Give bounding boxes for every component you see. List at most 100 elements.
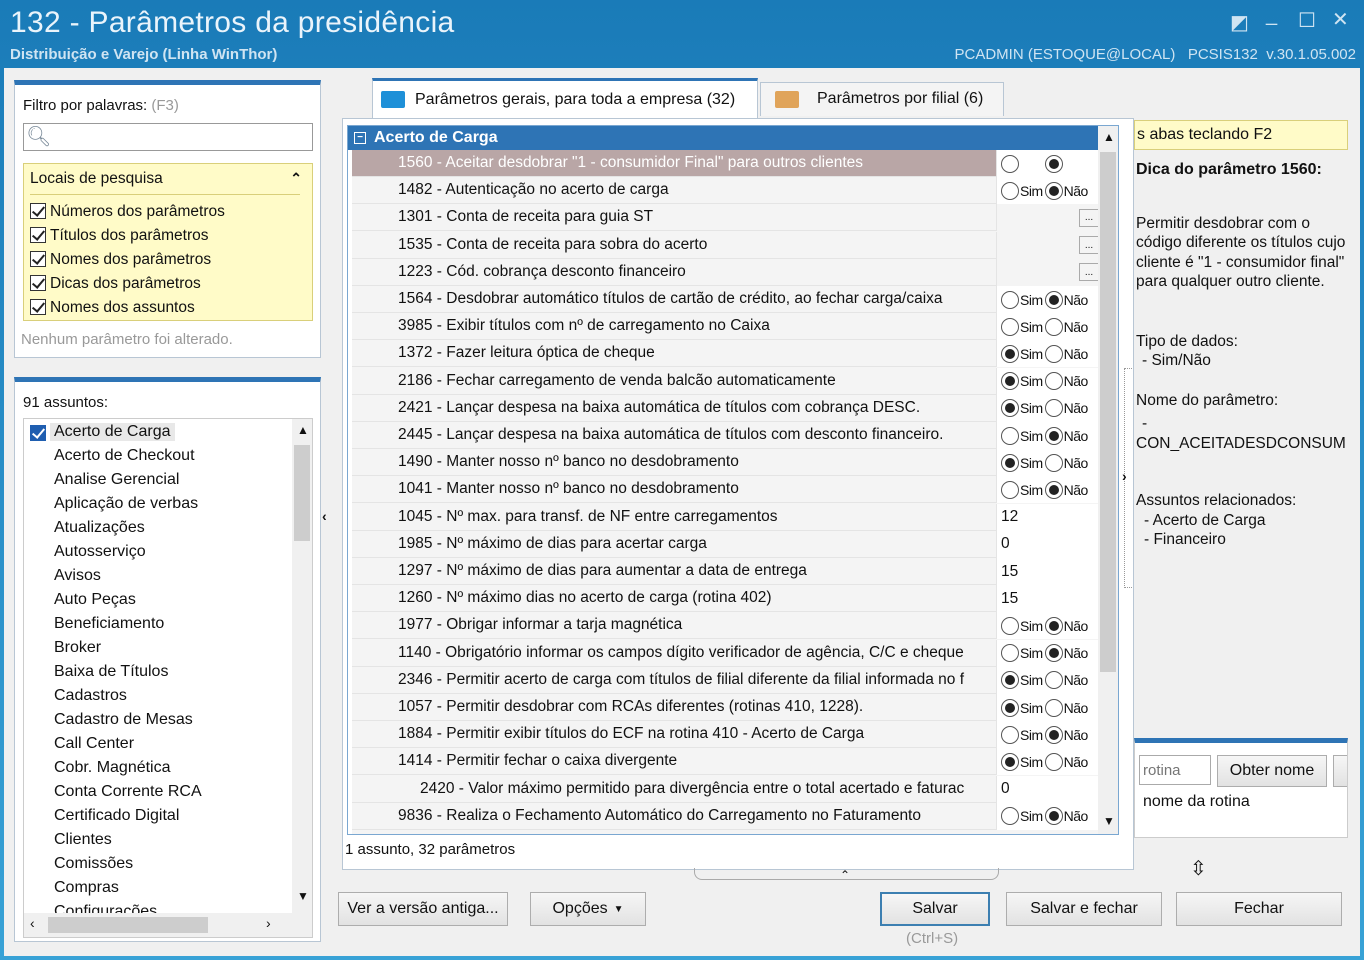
radio-button[interactable]	[1044, 725, 1063, 744]
radio-button[interactable]	[1044, 181, 1063, 200]
options-button[interactable]: Opções ▼	[530, 892, 646, 926]
radio-button[interactable]	[1044, 698, 1063, 717]
subject-item[interactable]: Autosserviço	[54, 543, 146, 561]
subject-item[interactable]: Acerto de Checkout	[54, 447, 195, 465]
scroll-up-icon[interactable]: ▲	[1103, 130, 1115, 144]
table-row[interactable]: 1535 - Conta de receita para sobra do ac…	[352, 231, 1100, 259]
parameter-value[interactable]: Sim Não	[996, 748, 1100, 776]
radio-button[interactable]	[1001, 426, 1019, 445]
subject-item[interactable]: Broker	[54, 639, 101, 657]
radio-button[interactable]	[1001, 698, 1019, 717]
table-row[interactable]: 1372 - Fazer leitura óptica de cheque Sim…	[352, 340, 1100, 368]
tab-general[interactable]: Parâmetros gerais, para toda a empresa (…	[372, 78, 758, 118]
table-row[interactable]: 1223 - Cód. cobrança desconto financeiro…	[352, 258, 1100, 286]
radio-button[interactable]	[1044, 290, 1063, 309]
parameter-value[interactable]: 0	[996, 775, 1100, 803]
scroll-up-icon[interactable]: ▲	[297, 423, 309, 437]
parameter-value[interactable]: Sim Não	[996, 394, 1100, 422]
parameter-value[interactable]: ...	[996, 231, 1100, 259]
scroll-thumb[interactable]	[1100, 152, 1116, 672]
radio-button[interactable]	[1001, 317, 1019, 336]
maximize-icon[interactable]: ☐	[1298, 8, 1316, 33]
table-row[interactable]: 2346 - Permitir acerto de carga com títu…	[352, 666, 1100, 694]
grid-scrollbar[interactable]: ▲ ▼	[1098, 126, 1118, 834]
table-row[interactable]: 1490 - Manter nosso nº banco no desdobra…	[352, 449, 1100, 477]
radio-button[interactable]	[1001, 480, 1019, 499]
parameter-value[interactable]: Sim Não	[996, 694, 1100, 721]
subject-item[interactable]: Compras	[54, 879, 119, 897]
expand-up-icon[interactable]: ⌃	[840, 868, 850, 882]
parameter-value[interactable]: Sim Não	[996, 449, 1100, 477]
radio-button[interactable]	[1044, 752, 1063, 771]
get-name-button[interactable]: Obter nome	[1217, 755, 1327, 787]
radio-button[interactable]	[1001, 671, 1019, 690]
parameter-value[interactable]: ...	[996, 204, 1100, 232]
parameter-value[interactable]: Sim Não	[996, 476, 1100, 504]
parameter-value[interactable]: Sim Não	[996, 177, 1100, 205]
radio-button[interactable]	[1044, 399, 1063, 418]
radio-button[interactable]	[1001, 344, 1019, 363]
radio-button[interactable]	[1001, 290, 1019, 309]
tab-branch[interactable]: Parâmetros por filial (6)	[760, 82, 1004, 116]
parameter-value[interactable]: 15	[996, 558, 1100, 585]
location-check-numbers[interactable]: Números dos parâmetros	[30, 200, 225, 224]
table-row[interactable]: 1260 - Nº máximo dias no acerto de carga…	[352, 585, 1100, 613]
hscroll-thumb[interactable]	[48, 917, 208, 933]
subject-item[interactable]: Analise Gerencial	[54, 471, 179, 489]
parameter-value[interactable]: Sim Não	[996, 612, 1100, 640]
parameter-value[interactable]: ...	[996, 258, 1100, 286]
save-close-button[interactable]: Salvar e fechar	[1006, 892, 1162, 926]
table-row[interactable]: 2186 - Fechar carregamento de venda balc…	[352, 367, 1100, 395]
radio-button[interactable]	[1001, 181, 1019, 200]
routine-extra-button[interactable]	[1333, 755, 1347, 787]
radio-button[interactable]	[1044, 453, 1063, 472]
radio-button[interactable]	[1044, 154, 1063, 173]
parameter-value[interactable]: Sim Não	[996, 286, 1100, 313]
table-row[interactable]: 2445 - Lançar despesa na baixa automátic…	[352, 422, 1100, 449]
table-row[interactable]: 1560 - Aceitar desdobrar "1 - consumidor…	[352, 150, 1100, 177]
parameter-value[interactable]: Sim Não	[996, 313, 1100, 341]
subject-item[interactable]: Baixa de Títulos	[54, 663, 168, 681]
collapse-icon[interactable]: ⌃	[290, 170, 302, 187]
parameter-value[interactable]: Sim Não	[996, 367, 1100, 395]
save-button[interactable]: Salvar	[880, 892, 990, 926]
group-header[interactable]: − Acerto de Carga	[348, 126, 1100, 150]
radio-button[interactable]	[1044, 426, 1063, 445]
location-check-names[interactable]: Nomes dos parâmetros	[30, 248, 225, 272]
radio-button[interactable]	[1044, 317, 1063, 336]
location-check-subjects[interactable]: Nomes dos assuntos	[30, 296, 225, 320]
minimize-icon[interactable]: _	[1266, 4, 1277, 27]
scroll-down-icon[interactable]: ▼	[297, 889, 309, 903]
table-row[interactable]: 9836 - Realiza o Fechamento Automático d…	[352, 802, 1100, 830]
routine-input[interactable]	[1139, 755, 1211, 785]
subject-item[interactable]: Call Center	[54, 735, 134, 753]
parameter-value[interactable]: 15	[996, 585, 1100, 613]
subjects-scrollbar[interactable]: ▲ ▼	[292, 419, 312, 913]
location-check-tips[interactable]: Dicas dos parâmetros	[30, 272, 225, 296]
table-row[interactable]: 1482 - Autenticação no acerto de carga Si…	[352, 177, 1100, 205]
parameter-value[interactable]: Sim Não	[996, 802, 1100, 830]
table-row[interactable]: 1414 - Permitir fechar o caixa divergent…	[352, 748, 1100, 776]
scroll-left-icon[interactable]: ‹	[30, 915, 35, 931]
lookup-button[interactable]: ...	[1079, 263, 1099, 282]
subject-item[interactable]: Atualizações	[54, 519, 145, 537]
radio-button[interactable]	[1001, 453, 1019, 472]
radio-button[interactable]	[1001, 725, 1019, 744]
scroll-thumb[interactable]	[294, 445, 310, 541]
subject-item[interactable]: Cadastros	[54, 687, 127, 705]
table-row[interactable]: 1057 - Permitir desdobrar com RCAs difer…	[352, 694, 1100, 721]
subject-item[interactable]: Clientes	[54, 831, 112, 849]
parameter-value[interactable]: Sim Não	[996, 150, 1100, 177]
table-row[interactable]: 1045 - Nº max. para transf. de NF entre …	[352, 503, 1100, 531]
table-row[interactable]: 1297 - Nº máximo de dias para aumentar a…	[352, 558, 1100, 585]
subject-item[interactable]: Beneficiamento	[54, 615, 164, 633]
radio-button[interactable]	[1001, 752, 1019, 771]
table-row[interactable]: 1564 - Desdobrar automático títulos de c…	[352, 286, 1100, 313]
subject-item[interactable]: Conta Corrente RCA	[54, 783, 202, 801]
parameter-value[interactable]: Sim Não	[996, 666, 1100, 694]
parameter-value[interactable]: 12	[996, 503, 1100, 531]
subject-item[interactable]: Aplicação de verbas	[54, 495, 198, 513]
radio-button[interactable]	[1044, 807, 1063, 826]
table-row[interactable]: 1985 - Nº máximo de dias para acertar ca…	[352, 530, 1100, 558]
radio-button[interactable]	[1001, 644, 1019, 663]
